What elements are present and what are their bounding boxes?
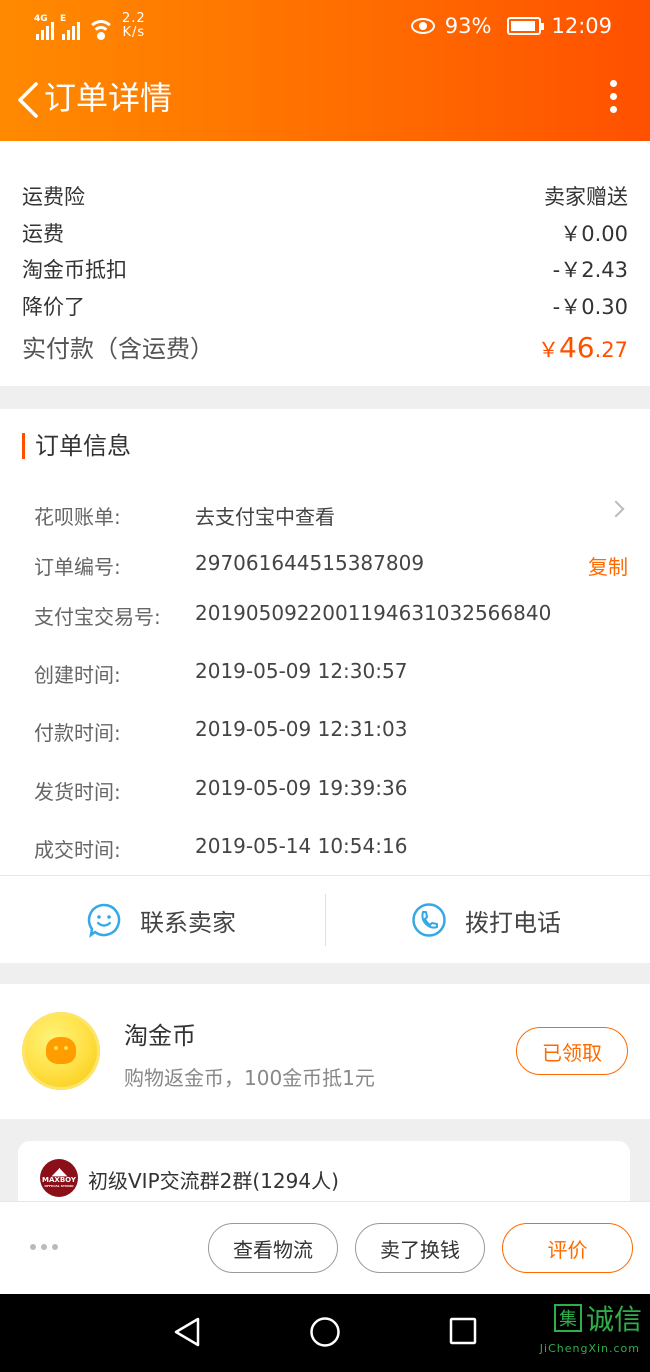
nav-bar: 订单详情 xyxy=(0,60,650,140)
avatar-logo-icon: ◢◣ xyxy=(51,1165,68,1178)
back-arrow-icon[interactable] xyxy=(14,80,42,120)
price-row-price-drop: 降价了 -￥0.30 xyxy=(22,291,628,321)
more-dots-icon[interactable] xyxy=(30,1244,58,1250)
call-phone-label: 拨打电话 xyxy=(465,908,561,937)
system-nav-bar: 集 诚信 JiChengXin.com xyxy=(0,1294,650,1372)
network-type: E xyxy=(60,14,67,24)
nav-recent-icon[interactable] xyxy=(448,1316,478,1346)
avatar: ◢◣ MAXBOY OFFICIAL STUDIO xyxy=(40,1159,78,1197)
order-info-section: 订单信息 花呗账单: 去支付宝中查看 订单编号: 297061644515387… xyxy=(0,409,650,875)
info-label: 花呗账单: xyxy=(34,505,121,529)
contact-seller-button[interactable]: 联系卖家 xyxy=(86,876,236,964)
page-title: 订单详情 xyxy=(44,79,173,117)
more-menu-icon[interactable] xyxy=(608,80,618,116)
chat-bubble-icon xyxy=(87,903,121,938)
info-value: 2019-05-09 12:30:57 xyxy=(195,659,408,683)
avatar-brand: MAXBOY xyxy=(42,1176,76,1184)
divider xyxy=(325,894,326,946)
price-label: 运费 xyxy=(22,222,64,246)
price-value: -￥2.43 xyxy=(552,258,628,282)
price-value: -￥0.30 xyxy=(552,295,628,319)
status-bar: 4G E 2.2 K/s 93% 12:09 xyxy=(0,0,650,56)
watermark-text: 诚信 xyxy=(585,1303,642,1336)
copy-button[interactable]: 复制 xyxy=(588,551,628,580)
price-row-total: 实付款（含运费） ￥46.27 xyxy=(22,329,628,364)
gold-coin-icon xyxy=(22,1012,100,1090)
price-label: 运费险 xyxy=(22,185,85,209)
info-label: 支付宝交易号: xyxy=(34,605,161,629)
nav-back-icon[interactable] xyxy=(172,1316,202,1348)
network-speed: 2.2 K/s xyxy=(122,12,146,40)
battery-percent: 93% xyxy=(444,14,492,38)
resell-button[interactable]: 卖了换钱 xyxy=(355,1223,485,1273)
info-label: 发货时间: xyxy=(34,780,121,804)
section-title: 订单信息 xyxy=(22,433,131,459)
price-row-shipping: 运费 ￥0.00 xyxy=(22,218,628,248)
price-summary: 运费险 卖家赠送 运费 ￥0.00 淘金币抵扣 -￥2.43 降价了 -￥0.3… xyxy=(0,141,650,386)
watermark-url: JiChengXin.com xyxy=(539,1342,640,1355)
view-logistics-button[interactable]: 查看物流 xyxy=(208,1223,338,1273)
speed-value: 2.2 xyxy=(122,11,146,26)
header: 4G E 2.2 K/s 93% 12:09 订单详情 xyxy=(0,0,650,141)
info-value: 2019-05-14 10:54:16 xyxy=(195,834,408,858)
currency-symbol: ￥ xyxy=(537,338,559,362)
total-decimal: .27 xyxy=(594,338,628,362)
review-button[interactable]: 评价 xyxy=(502,1223,633,1273)
price-label: 降价了 xyxy=(22,295,85,319)
chevron-right-icon xyxy=(607,500,625,518)
info-value: 297061644515387809 xyxy=(195,551,425,575)
signal-icon: E xyxy=(60,14,80,40)
info-value: 2019-05-09 19:39:36 xyxy=(195,776,408,800)
contact-row: 联系卖家 拨打电话 xyxy=(0,875,650,963)
info-value: 去支付宝中查看 xyxy=(195,505,335,529)
price-label: 淘金币抵扣 xyxy=(22,258,127,282)
total-label: 实付款（含运费） xyxy=(22,335,214,363)
price-row-coin-deduction: 淘金币抵扣 -￥2.43 xyxy=(22,254,628,284)
group-name: 初级VIP交流群2群(1294人) xyxy=(88,1169,339,1193)
info-label: 创建时间: xyxy=(34,663,121,687)
wifi-icon xyxy=(88,18,114,40)
watermark: 集 诚信 xyxy=(553,1298,642,1338)
bottom-action-bar: 查看物流 卖了换钱 评价 xyxy=(0,1201,650,1294)
avatar-sub: OFFICIAL STUDIO xyxy=(44,1184,74,1188)
signal-icon: 4G xyxy=(34,14,54,40)
speed-unit: K/s xyxy=(122,25,146,40)
call-phone-button[interactable]: 拨打电话 xyxy=(411,876,561,964)
coin-subtitle: 购物返金币，100金币抵1元 xyxy=(124,1066,375,1090)
watermark-box: 集 xyxy=(553,1304,582,1332)
taojinbi-card: 淘金币 购物返金币，100金币抵1元 已领取 xyxy=(0,984,650,1119)
battery-icon xyxy=(507,17,545,35)
clock: 12:09 xyxy=(551,14,612,38)
nav-home-icon[interactable] xyxy=(309,1316,341,1348)
info-value: 2019-05-09 12:31:03 xyxy=(195,717,408,741)
contact-seller-label: 联系卖家 xyxy=(140,908,236,937)
eye-comfort-icon xyxy=(410,18,435,34)
total-amount: ￥46.27 xyxy=(538,331,628,364)
price-value: ￥0.00 xyxy=(560,222,628,246)
info-label: 订单编号: xyxy=(34,555,121,579)
info-value: 2019050922001194631032566840 xyxy=(195,601,552,625)
claimed-button[interactable]: 已领取 xyxy=(516,1027,628,1075)
total-integer: 46 xyxy=(558,331,595,364)
info-label: 付款时间: xyxy=(34,721,121,745)
phone-icon xyxy=(412,903,446,937)
network-type: 4G xyxy=(34,14,48,24)
info-label: 成交时间: xyxy=(34,838,121,862)
coin-title: 淘金币 xyxy=(124,1022,196,1050)
price-value: 卖家赠送 xyxy=(544,185,628,209)
price-row-insurance: 运费险 卖家赠送 xyxy=(22,181,628,211)
